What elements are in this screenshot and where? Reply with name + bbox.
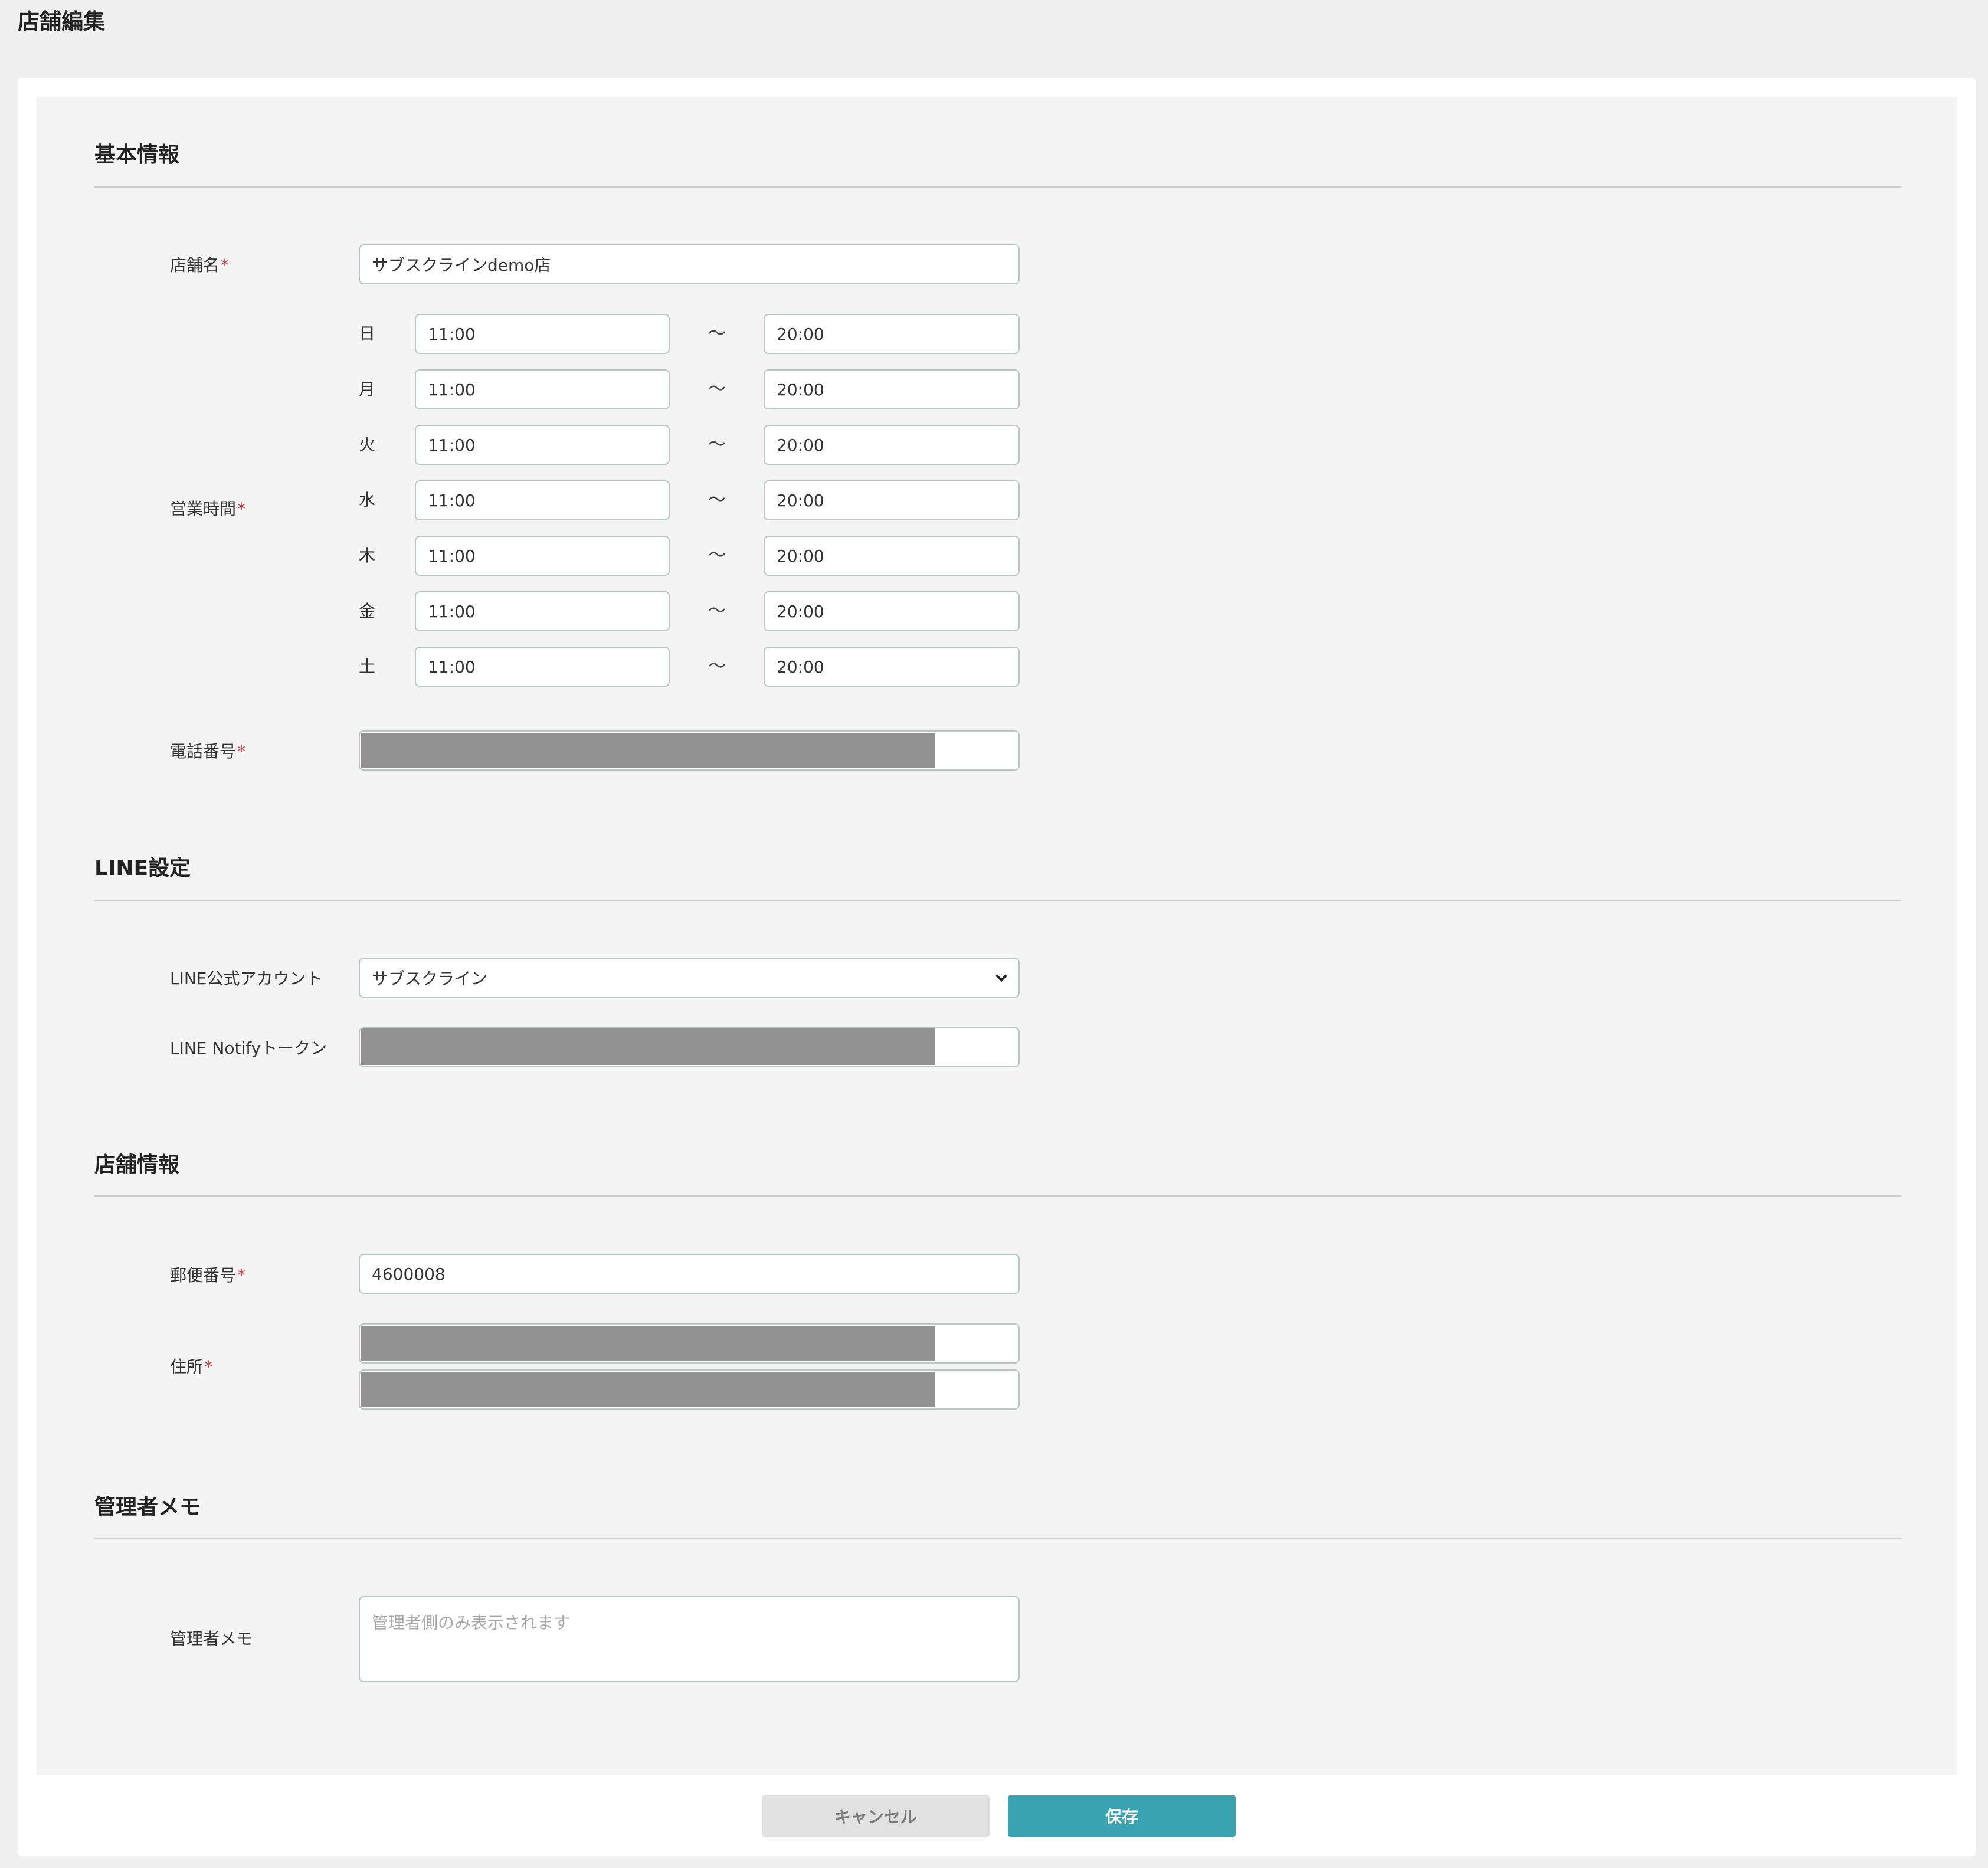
close-time-input[interactable]: 20:00	[764, 647, 1020, 687]
open-time-input[interactable]: 11:00	[415, 314, 670, 354]
close-time-input[interactable]: 20:00	[764, 425, 1020, 465]
line-account-label: LINE公式アカウント	[170, 969, 323, 988]
day-label: 金	[359, 601, 376, 621]
close-time-input[interactable]: 20:00	[764, 536, 1020, 576]
business-hours-label: 営業時間*	[170, 499, 246, 519]
redacted-value	[361, 1028, 935, 1065]
close-time-input[interactable]: 20:00	[764, 314, 1020, 354]
open-time-input[interactable]: 11:00	[415, 536, 670, 576]
memo-label: 管理者メモ	[170, 1629, 253, 1649]
page-title: 店舗編集	[18, 9, 105, 34]
redacted-value	[361, 1372, 935, 1407]
open-time-input[interactable]: 11:00	[415, 480, 670, 520]
time-range-separator: 〜	[708, 434, 726, 455]
section-divider	[94, 1538, 1901, 1539]
section-divider	[94, 900, 1901, 901]
time-range-separator: 〜	[708, 656, 726, 677]
close-time-input[interactable]: 20:00	[764, 480, 1020, 520]
section-divider	[94, 186, 1901, 188]
line-notify-label: LINE Notifyトークン	[170, 1038, 327, 1058]
redacted-value	[361, 1326, 935, 1361]
postal-input[interactable]: 4600008	[359, 1254, 1020, 1294]
chevron-down-icon	[995, 970, 1007, 982]
save-button[interactable]: 保存	[1008, 1795, 1236, 1837]
address-line2-input[interactable]	[359, 1369, 1020, 1410]
section-title-memo: 管理者メモ	[94, 1495, 201, 1519]
time-range-separator: 〜	[708, 545, 726, 566]
time-range-separator: 〜	[708, 601, 726, 621]
redacted-value	[361, 733, 935, 768]
open-time-input[interactable]: 11:00	[415, 425, 670, 465]
section-title-basic: 基本情報	[94, 143, 180, 167]
line-notify-input[interactable]	[359, 1027, 1020, 1067]
day-label: 水	[359, 490, 376, 510]
day-label: 土	[359, 657, 376, 676]
section-title-store-info: 店舗情報	[94, 1153, 180, 1177]
phone-label: 電話番号*	[170, 742, 246, 761]
postal-label: 郵便番号*	[170, 1266, 246, 1285]
section-divider	[94, 1195, 1901, 1197]
cancel-button[interactable]: キャンセル	[762, 1795, 990, 1837]
memo-textarea[interactable]: 管理者側のみ表示されます	[359, 1596, 1020, 1682]
open-time-input[interactable]: 11:00	[415, 591, 670, 631]
close-time-input[interactable]: 20:00	[764, 369, 1020, 409]
open-time-input[interactable]: 11:00	[415, 647, 670, 687]
section-title-line: LINE設定	[94, 856, 191, 880]
store-name-input[interactable]: サブスクラインdemo店	[359, 244, 1020, 284]
line-account-select[interactable]: サブスクライン	[359, 958, 1020, 998]
address-label: 住所*	[170, 1357, 213, 1377]
day-label: 木	[359, 546, 376, 565]
phone-input[interactable]	[359, 730, 1020, 771]
line-account-selected: サブスクライン	[372, 969, 488, 988]
close-time-input[interactable]: 20:00	[764, 591, 1020, 631]
day-label: 火	[359, 435, 376, 454]
time-range-separator: 〜	[708, 379, 726, 399]
address-line1-input[interactable]	[359, 1323, 1020, 1364]
time-range-separator: 〜	[708, 323, 726, 344]
day-label: 月	[359, 379, 376, 399]
open-time-input[interactable]: 11:00	[415, 369, 670, 409]
day-label: 日	[359, 324, 376, 343]
store-name-label: 店舗名*	[170, 255, 230, 275]
time-range-separator: 〜	[708, 490, 726, 510]
